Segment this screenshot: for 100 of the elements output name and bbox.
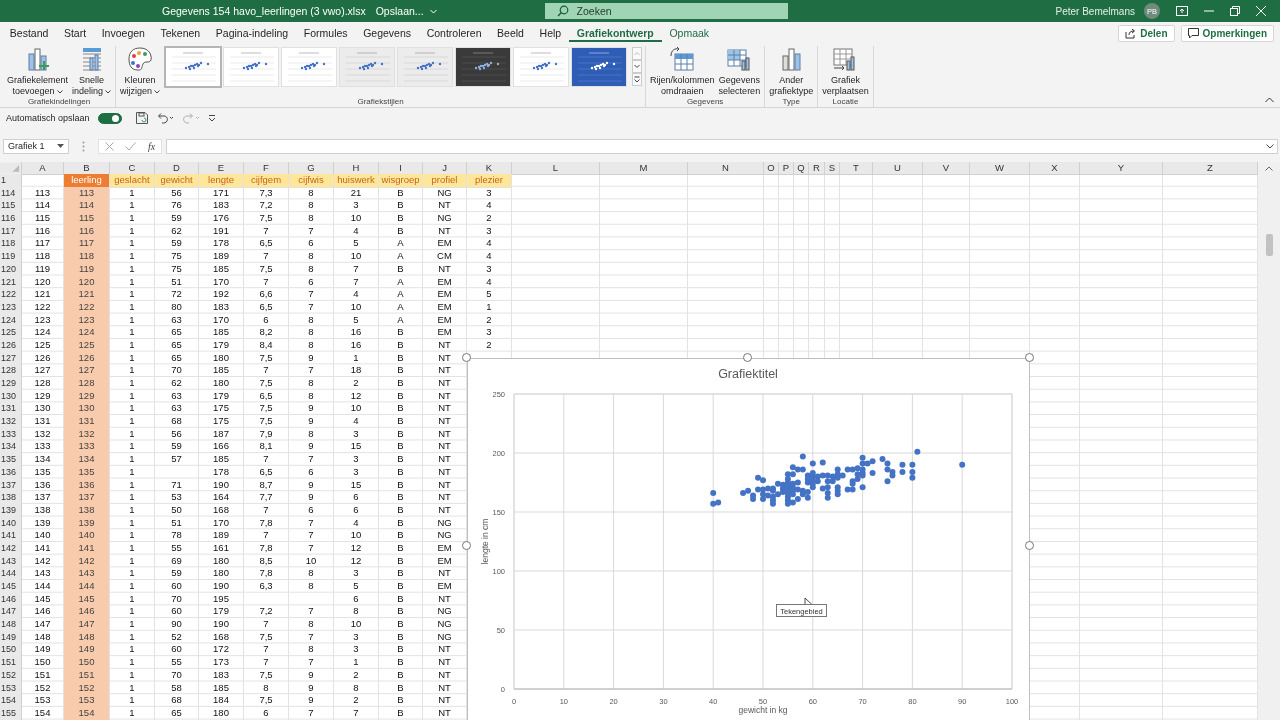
column-header[interactable]: L: [512, 162, 600, 175]
column-header[interactable]: Z: [1163, 162, 1258, 175]
row-header[interactable]: 148: [0, 618, 22, 632]
column-header[interactable]: S: [825, 162, 840, 175]
selection-handle[interactable]: [462, 541, 471, 550]
row-header[interactable]: 154: [0, 694, 22, 708]
undo-icon[interactable]: [155, 112, 174, 124]
save-status[interactable]: Opslaan...: [375, 5, 424, 17]
chart-style-thumbnail[interactable]: [456, 48, 511, 86]
selection-handle[interactable]: [1025, 353, 1034, 362]
ribbon-tab[interactable]: Pagina-indeling: [208, 24, 296, 42]
more-icon[interactable]: [632, 73, 643, 86]
ribbon-display-icon[interactable]: [1176, 6, 1188, 16]
cancel-icon[interactable]: [104, 141, 114, 151]
insert-function-button[interactable]: fx: [148, 140, 156, 152]
x-axis-title[interactable]: gewicht in kg: [738, 705, 788, 715]
user-name[interactable]: Peter Bemelmans: [1055, 5, 1135, 17]
chart-style-thumbnail[interactable]: [166, 48, 221, 86]
row-header[interactable]: 144: [0, 567, 22, 581]
caret-icon[interactable]: [429, 8, 437, 14]
ribbon-button[interactable]: Ander grafiektype: [768, 46, 815, 97]
row-header[interactable]: 122: [0, 288, 22, 302]
row-header[interactable]: 125: [0, 326, 22, 340]
chart-style-thumbnail[interactable]: [572, 48, 627, 86]
row-header[interactable]: 147: [0, 605, 22, 620]
column-header[interactable]: A: [22, 162, 64, 175]
row-header[interactable]: 128: [0, 364, 22, 378]
collapse-ribbon-icon[interactable]: [1265, 97, 1274, 103]
customize-icon[interactable]: [207, 114, 216, 122]
chart-style-thumbnail[interactable]: [224, 48, 279, 86]
autosave-toggle[interactable]: [97, 112, 122, 124]
expand-icon[interactable]: [1266, 143, 1274, 149]
ribbon-button[interactable]: Grafiek verplaatsen: [821, 46, 870, 97]
plot-area[interactable]: [513, 393, 1013, 690]
ribbon-tab[interactable]: Beeld: [489, 24, 532, 42]
save-icon[interactable]: [135, 112, 148, 124]
scroll-up-icon[interactable]: [1265, 166, 1273, 171]
column-header[interactable]: N: [688, 162, 764, 175]
confirm-icon[interactable]: [125, 141, 137, 151]
chart-style-thumbnail[interactable]: [340, 48, 395, 86]
row-header[interactable]: 116: [0, 212, 22, 226]
formula-input[interactable]: [166, 138, 1278, 154]
row-header[interactable]: 132: [0, 415, 22, 429]
ribbon-tab[interactable]: Tekenen: [152, 24, 208, 42]
row-header[interactable]: 1: [0, 174, 22, 188]
row-header[interactable]: 129: [0, 377, 22, 391]
row-header[interactable]: 118: [0, 237, 22, 252]
ribbon-button[interactable]: Gegevens selecteren: [717, 46, 762, 97]
column-header[interactable]: X: [1030, 162, 1080, 175]
ribbon-tab[interactable]: Controleren: [418, 24, 490, 42]
column-header[interactable]: O: [764, 162, 779, 175]
ribbon-tab[interactable]: Help: [531, 24, 569, 42]
ribbon-tab[interactable]: Gegevens: [355, 24, 419, 42]
ribbon-tab[interactable]: Invoegen: [93, 24, 153, 42]
chart-style-thumbnail[interactable]: [282, 48, 337, 86]
column-header[interactable]: U: [873, 162, 923, 175]
column-header[interactable]: Q: [794, 162, 809, 175]
column-header[interactable]: M: [600, 162, 688, 175]
restore-icon[interactable]: [1230, 6, 1240, 16]
row-header[interactable]: 131: [0, 402, 22, 417]
share-button[interactable]: Delen: [1118, 24, 1175, 42]
selection-handle[interactable]: [462, 353, 471, 362]
chart-style-thumbnail[interactable]: [398, 48, 453, 86]
ribbon-tab[interactable]: Start: [56, 24, 94, 42]
row-header[interactable]: 115: [0, 199, 22, 214]
row-header[interactable]: 150: [0, 643, 22, 658]
row-header[interactable]: 135: [0, 453, 22, 467]
close-icon[interactable]: [1256, 6, 1266, 16]
ribbon-tab[interactable]: Formules: [296, 24, 356, 42]
chart-style-thumbnail[interactable]: [514, 48, 569, 86]
table-cell: 90: [171, 618, 183, 632]
row-header[interactable]: 145: [0, 580, 22, 594]
search-field[interactable]: Zoeken: [544, 3, 788, 19]
name-box[interactable]: Grafiek 1: [3, 138, 69, 154]
scrollbar-thumb[interactable]: [1265, 234, 1273, 256]
ribbon-tab[interactable]: Bestand: [2, 24, 57, 42]
chart-title[interactable]: Grafiektitel: [718, 367, 778, 381]
row-header[interactable]: 134: [0, 440, 22, 455]
ribbon-tab[interactable]: Grafiekontwerp: [568, 24, 662, 42]
selection-handle[interactable]: [743, 353, 752, 362]
column-header[interactable]: P: [779, 162, 794, 175]
column-header[interactable]: T: [840, 162, 873, 175]
resize-handle-icon[interactable]: [82, 140, 85, 152]
comments-button[interactable]: Opmerkingen: [1180, 24, 1274, 42]
column-header[interactable]: Y: [1080, 162, 1163, 175]
ribbon-button[interactable]: Grafiekelement toevoegen: [6, 46, 70, 97]
ribbon-tab[interactable]: Opmaak: [661, 24, 717, 42]
column-header[interactable]: V: [923, 162, 970, 175]
row-header[interactable]: 151: [0, 656, 22, 670]
ribbon-button[interactable]: Rijen/kolommen omdraaien: [649, 46, 716, 97]
row-header[interactable]: 138: [0, 491, 22, 505]
column-header[interactable]: W: [970, 162, 1030, 175]
y-axis-title[interactable]: lengte in cm: [480, 518, 490, 565]
table-cell: B: [397, 491, 405, 505]
column-header[interactable]: R: [809, 162, 825, 175]
ribbon-button[interactable]: Snelle indeling: [71, 46, 113, 97]
ribbon-button[interactable]: Kleuren wijzigen: [119, 46, 162, 97]
row-header[interactable]: 119: [0, 250, 22, 264]
selection-handle[interactable]: [1025, 541, 1034, 550]
row-header[interactable]: 141: [0, 529, 22, 543]
